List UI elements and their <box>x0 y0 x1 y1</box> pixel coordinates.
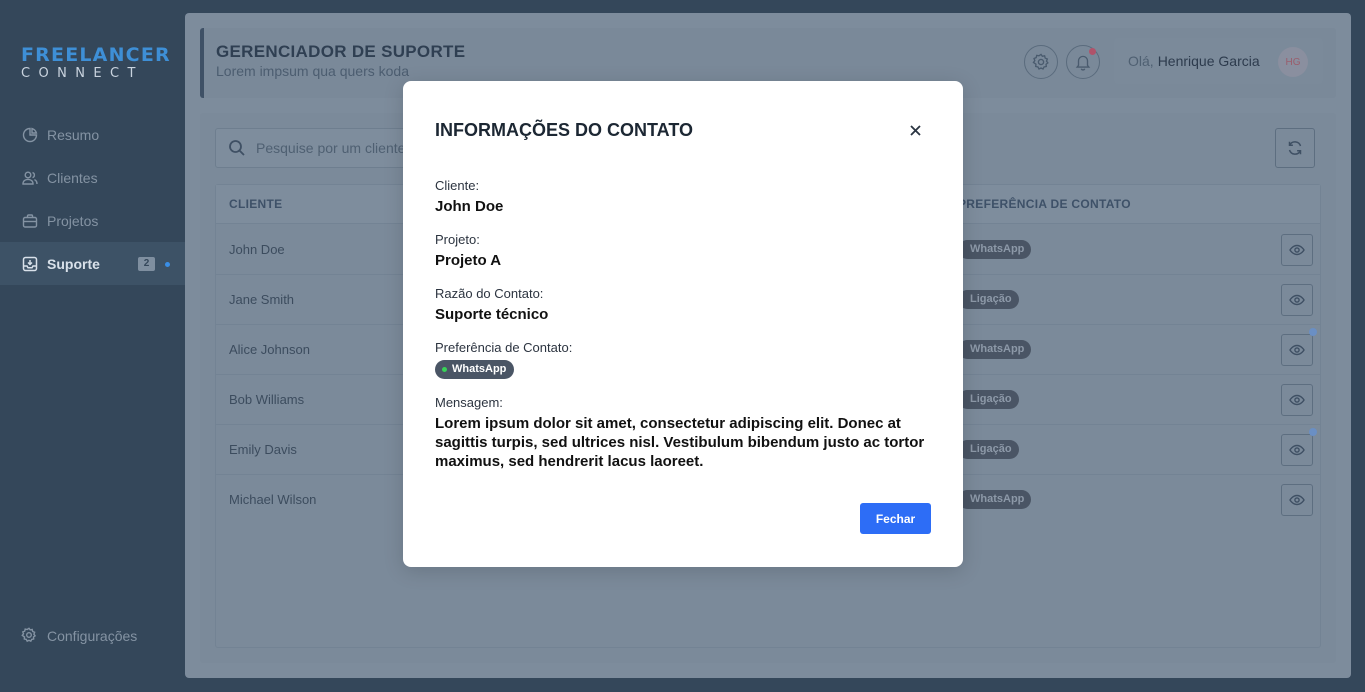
client-label: Cliente: <box>435 178 480 193</box>
client-name: Bob Williams <box>229 392 305 407</box>
search-placeholder: Pesquise por um cliente <box>256 140 406 156</box>
reason-value: Suporte técnico <box>435 306 549 323</box>
page-subtitle: Lorem impsum qua quers koda <box>216 63 409 79</box>
settings-button[interactable] <box>1024 45 1058 79</box>
brand-line2: CONNECT <box>21 66 144 81</box>
greeting-text: Olá, <box>1128 53 1154 69</box>
sidebar-item-projetos[interactable]: Projetos <box>0 199 185 242</box>
modal-title: INFORMAÇÕES DO CONTATO <box>435 120 693 140</box>
sidebar-item-label: Suporte <box>47 255 100 272</box>
preference-badge: WhatsApp <box>958 240 1032 259</box>
eye-icon <box>1289 392 1305 408</box>
user-menu[interactable]: Olá, Henrique Garcia HG <box>1114 38 1323 84</box>
gear-icon <box>21 627 38 644</box>
sidebar-item-resumo[interactable]: Resumo <box>0 113 185 156</box>
view-button[interactable] <box>1281 384 1313 416</box>
client-name: Jane Smith <box>229 292 295 307</box>
sidebar-item-clientes[interactable]: Clientes <box>0 156 185 199</box>
sidebar-item-configuracoes[interactable]: Configurações <box>21 627 137 644</box>
client-name: Alice Johnson <box>229 342 310 357</box>
preference-badge: Ligação <box>958 390 1019 409</box>
client-value: John Doe <box>435 198 504 215</box>
eye-icon <box>1289 442 1305 458</box>
client-name: Michael Wilson <box>229 492 317 507</box>
client-name: John Doe <box>229 242 285 257</box>
preference-badge: WhatsApp <box>958 340 1032 359</box>
avatar: HG <box>1278 47 1308 77</box>
view-button[interactable] <box>1281 434 1313 466</box>
eye-icon <box>1289 492 1305 508</box>
sidebar-item-suporte[interactable]: Suporte 2 <box>0 242 185 285</box>
preference-badge: WhatsApp <box>958 490 1032 509</box>
online-dot <box>442 367 447 372</box>
client-name: Emily Davis <box>229 442 297 457</box>
view-button[interactable] <box>1281 284 1313 316</box>
sidebar-item-label: Resumo <box>47 126 100 143</box>
preference-label: Preferência de Contato: <box>435 340 573 355</box>
column-header-client: CLIENTE <box>229 197 283 211</box>
view-button[interactable] <box>1281 484 1313 516</box>
users-icon <box>21 169 38 186</box>
brand-logo[interactable]: FREELANCER CONNECT <box>21 44 171 82</box>
unread-dot <box>1309 328 1317 336</box>
pie-chart-icon <box>21 126 38 143</box>
whatsapp-badge: WhatsApp <box>435 360 515 379</box>
eye-icon <box>1289 242 1305 258</box>
inbox-icon <box>21 255 38 272</box>
close-icon[interactable] <box>906 121 924 139</box>
view-button[interactable] <box>1281 234 1313 266</box>
briefcase-icon <box>21 212 38 229</box>
contact-info-modal: INFORMAÇÕES DO CONTATO Cliente: John Doe… <box>403 81 963 567</box>
preference-badge: Ligação <box>958 290 1019 309</box>
eye-icon <box>1289 342 1305 358</box>
preference-value: WhatsApp <box>452 363 507 375</box>
support-count-badge: 2 <box>138 257 155 271</box>
sidebar: FREELANCER CONNECT Resumo Clientes Proje… <box>0 0 185 692</box>
sidebar-item-label: Clientes <box>47 169 98 186</box>
reason-label: Razão do Contato: <box>435 286 544 301</box>
notifications-button[interactable] <box>1066 45 1100 79</box>
close-button[interactable]: Fechar <box>860 503 931 534</box>
search-icon <box>228 139 246 157</box>
unread-dot <box>1309 428 1317 436</box>
column-header-preference: PREFERÊNCIA DE CONTATO <box>958 197 1131 211</box>
notification-dot <box>1089 48 1096 55</box>
active-indicator-dot <box>165 262 170 267</box>
project-label: Projeto: <box>435 232 480 247</box>
refresh-icon <box>1287 140 1303 156</box>
project-value: Projeto A <box>435 252 502 269</box>
page-title: GERENCIADOR DE SUPORTE <box>216 42 466 61</box>
refresh-button[interactable] <box>1275 128 1315 168</box>
eye-icon <box>1289 292 1305 308</box>
message-value: Lorem ipsum dolor sit amet, consectetur … <box>435 415 925 470</box>
sidebar-nav: Resumo Clientes Projetos Suporte 2 <box>0 113 185 285</box>
message-label: Mensagem: <box>435 395 503 410</box>
brand-line1: FREELANCER <box>21 44 171 66</box>
gear-icon <box>1032 53 1050 71</box>
settings-label: Configurações <box>47 627 138 644</box>
preference-badge: Ligação <box>958 440 1019 459</box>
bell-icon <box>1074 53 1092 71</box>
view-button[interactable] <box>1281 334 1313 366</box>
user-name: Henrique Garcia <box>1157 53 1260 69</box>
sidebar-item-label: Projetos <box>47 212 99 229</box>
